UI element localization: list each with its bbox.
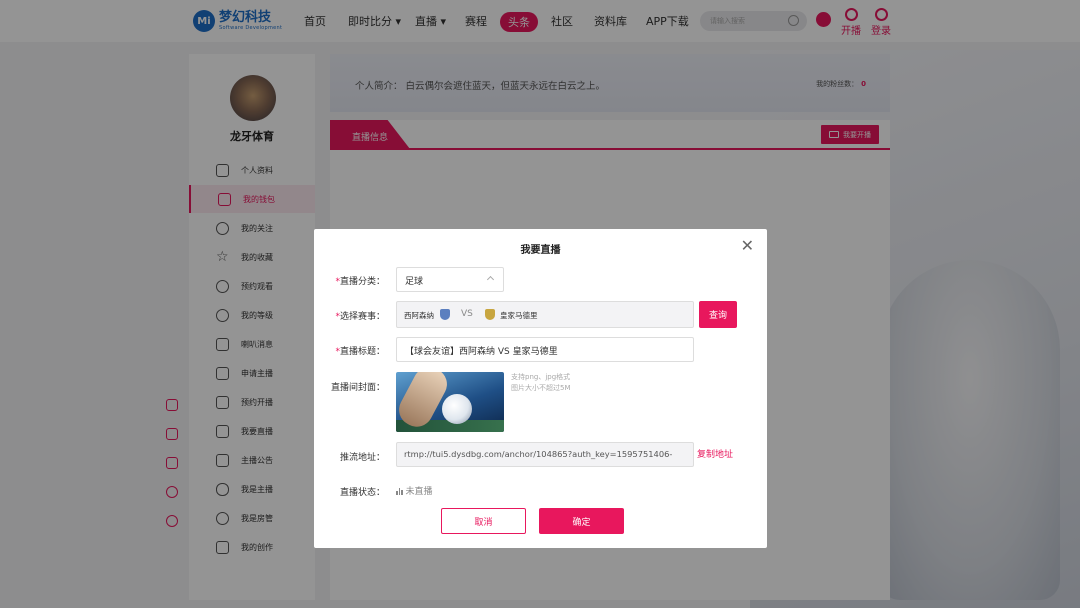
chevron-up-icon [486,275,495,284]
cover-hint-size: 图片大小不超过5M [511,384,571,392]
push-url-field[interactable]: rtmp://tui5.dysdbg.com/anchor/104865?aut… [396,442,694,467]
cover-image-upload[interactable] [396,372,504,432]
football-icon [442,394,472,424]
go-live-dialog: 我要直播 ✕ *直播分类： 足球 *选择赛事： 西阿森纳 VS 皇家马德里 查询… [314,229,767,548]
match-selector[interactable]: 西阿森纳 VS 皇家马德里 [396,301,694,328]
dialog-title: 我要直播 [520,245,561,256]
cover-label: 直播间封面： [330,383,385,393]
live-title-input[interactable]: 【球会友谊】西阿森纳 VS 皇家马德里 [396,337,694,362]
status-label: 直播状态： [339,488,385,498]
category-label: *直播分类： [335,277,385,287]
confirm-button[interactable]: 确定 [539,508,624,534]
query-button[interactable]: 查询 [699,301,737,328]
push-url-label: 推流地址： [339,453,385,463]
signal-bars-icon [396,487,403,495]
away-team-badge-icon [485,309,495,320]
cover-hint-format: 支持png、jpg格式 [511,373,571,381]
home-team-name: 西阿森纳 [404,311,434,320]
vs-text: VS [461,309,473,319]
cancel-button[interactable]: 取消 [441,508,526,534]
copy-url-link[interactable]: 复制地址 [697,447,733,460]
live-status: 未直播 [396,484,433,497]
home-team-badge-icon [440,309,450,320]
close-icon[interactable]: ✕ [741,238,754,254]
category-select[interactable]: 足球 [396,267,504,292]
match-label: *选择赛事： [335,312,385,322]
title-label: *直播标题： [335,347,385,357]
away-team-name: 皇家马德里 [500,311,538,320]
